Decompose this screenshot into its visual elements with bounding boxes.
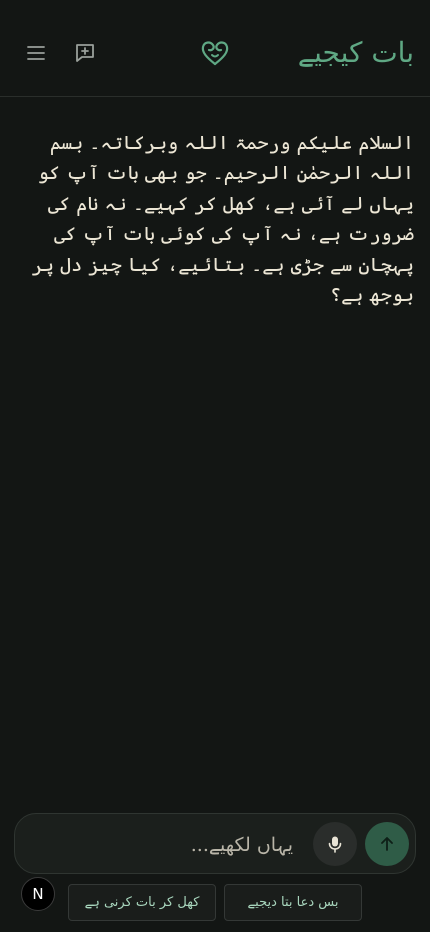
message-input[interactable] <box>91 826 295 864</box>
new-chat-button[interactable] <box>69 37 101 69</box>
new-chat-icon <box>76 44 94 62</box>
avatar[interactable]: N <box>21 877 55 911</box>
send-button[interactable] <box>365 822 409 866</box>
logo <box>197 35 233 71</box>
app-title: بات کیجیے <box>297 36 414 69</box>
message-composer <box>14 813 416 874</box>
microphone-button[interactable] <box>313 822 357 866</box>
hamburger-menu-icon <box>27 46 45 60</box>
microphone-icon <box>328 836 342 853</box>
suggestion-chip-talk-openly[interactable]: کھل کر بات کرنی ہے <box>68 884 216 921</box>
arrow-up-icon <box>381 837 393 851</box>
suggestion-chip-dua[interactable]: بس دعا بتا دیجیے <box>224 884 362 921</box>
assistant-message: السلام علیکم ورحمۃ اللہ وبرکاتہ۔ بسم الل… <box>31 132 414 306</box>
menu-button[interactable] <box>20 37 52 69</box>
top-header: بات کیجیے <box>0 0 430 97</box>
heart-knot-logo-icon <box>201 41 229 66</box>
